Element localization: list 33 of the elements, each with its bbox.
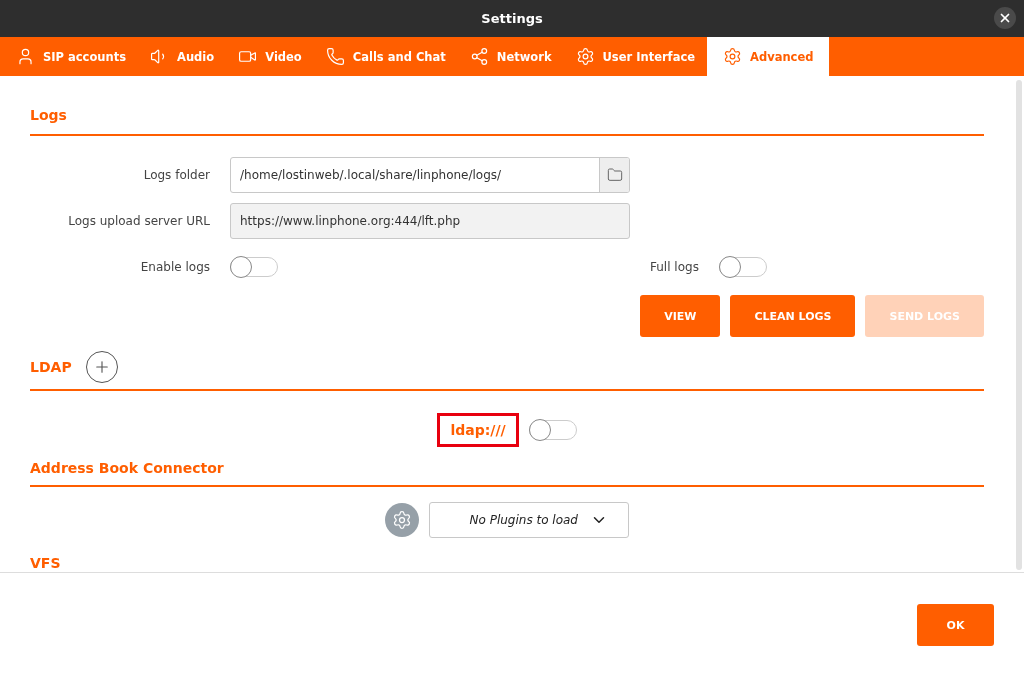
window-title: Settings xyxy=(481,11,543,26)
folder-button[interactable] xyxy=(599,158,629,192)
ok-button[interactable]: OK xyxy=(917,604,994,646)
tab[interactable]: Advanced xyxy=(707,37,830,76)
toggle-switch[interactable] xyxy=(230,257,278,277)
action-button[interactable]: CLEAN LOGS xyxy=(730,295,856,337)
input-field[interactable]: https://www.linphone.org:444/lft.php xyxy=(230,203,630,239)
settings-icon xyxy=(723,47,742,66)
add-button[interactable] xyxy=(85,350,118,383)
settings-button[interactable] xyxy=(385,503,419,537)
section-title: VFS xyxy=(30,554,61,572)
field-label: Full logs xyxy=(650,260,700,274)
section-title: LDAP xyxy=(30,357,72,376)
toggle-switch[interactable] xyxy=(718,257,767,277)
folder-icon xyxy=(606,167,623,183)
plugin-dropdown[interactable]: No Plugins to load xyxy=(429,502,629,538)
scrollbar[interactable] xyxy=(1016,80,1022,570)
field-label: Logs upload server URL xyxy=(67,214,211,228)
toggle-switch[interactable] xyxy=(528,420,577,440)
settings-icon xyxy=(392,510,412,530)
field-label: Enable logs xyxy=(139,260,211,274)
user-icon xyxy=(16,47,35,66)
phone-icon xyxy=(325,47,345,66)
input-field[interactable]: /home/lostinweb/.local/share/linphone/logs/ xyxy=(230,157,630,193)
action-button[interactable]: VIEW xyxy=(640,295,721,337)
close-icon xyxy=(998,11,1012,25)
close-button[interactable] xyxy=(994,7,1016,29)
section-title: Address Book Connector xyxy=(30,459,224,477)
ldap-server-label: ldap:/// xyxy=(437,413,519,447)
field-label: Logs folder xyxy=(142,168,211,182)
section-title: Logs xyxy=(30,106,67,124)
settings-icon xyxy=(575,47,595,66)
share-icon xyxy=(469,47,489,66)
